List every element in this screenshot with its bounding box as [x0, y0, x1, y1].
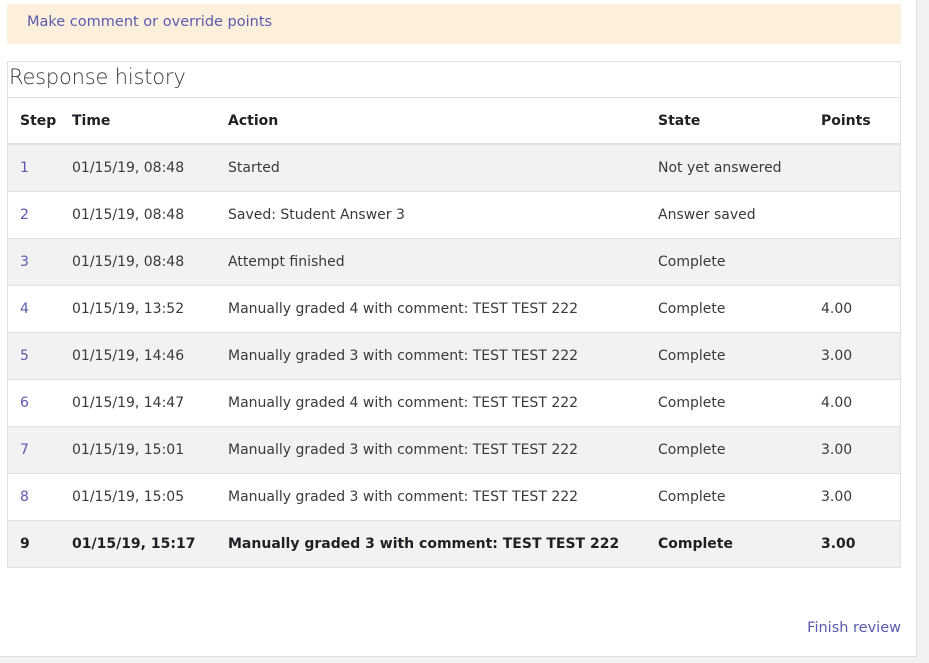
- table-row: 7 01/15/19, 15:01 Manually graded 3 with…: [8, 425, 900, 473]
- finish-review-link[interactable]: Finish review: [807, 620, 901, 636]
- points-cell: [821, 190, 900, 238]
- state-cell: Complete: [658, 425, 821, 473]
- response-history: Response history Step Time Action State …: [7, 61, 901, 568]
- page: Make comment or override points Response…: [0, 0, 929, 663]
- step-link[interactable]: 4: [20, 301, 29, 317]
- step-cell: 7: [8, 425, 72, 473]
- time-cell: 01/15/19, 08:48: [72, 237, 228, 285]
- column-header-step: Step: [8, 98, 72, 145]
- make-comment-link[interactable]: Make comment or override points: [27, 14, 272, 30]
- table-row: 4 01/15/19, 13:52 Manually graded 4 with…: [8, 284, 900, 332]
- points-cell: 4.00: [821, 284, 900, 332]
- time-cell: 01/15/19, 13:52: [72, 284, 228, 332]
- step-cell: 6: [8, 378, 72, 426]
- step-link[interactable]: 5: [20, 348, 29, 364]
- page-gutter-right: [917, 0, 929, 663]
- points-cell: [821, 237, 900, 285]
- time-cell: 01/15/19, 08:48: [72, 190, 228, 238]
- response-history-title: Response history: [8, 62, 900, 98]
- time-cell: 01/15/19, 08:48: [72, 143, 228, 191]
- action-cell: Started: [228, 143, 658, 191]
- time-cell: 01/15/19, 15:05: [72, 472, 228, 520]
- points-cell: 3.00: [821, 472, 900, 520]
- step-link[interactable]: 3: [20, 254, 29, 270]
- points-cell: [821, 143, 900, 191]
- table-row: 6 01/15/19, 14:47 Manually graded 4 with…: [8, 378, 900, 426]
- step-link[interactable]: 7: [20, 442, 29, 458]
- state-cell: Complete: [658, 378, 821, 426]
- step-cell: 4: [8, 284, 72, 332]
- action-cell: Manually graded 3 with comment: TEST TES…: [228, 331, 658, 379]
- time-cell: 01/15/19, 14:47: [72, 378, 228, 426]
- step-link[interactable]: 1: [20, 160, 29, 176]
- step-cell-current: 9: [8, 519, 72, 567]
- points-cell: 4.00: [821, 378, 900, 426]
- response-history-table: Step Time Action State Points 1 01/15/19…: [8, 98, 900, 567]
- state-cell: Complete: [658, 284, 821, 332]
- column-header-action: Action: [228, 98, 658, 145]
- table-row: 3 01/15/19, 08:48 Attempt finished Compl…: [8, 237, 900, 285]
- action-cell: Manually graded 3 with comment: TEST TES…: [228, 472, 658, 520]
- points-cell: 3.00: [821, 519, 900, 567]
- step-cell: 8: [8, 472, 72, 520]
- comment-box: Make comment or override points: [7, 4, 901, 44]
- column-header-points: Points: [821, 98, 900, 145]
- column-header-state: State: [658, 98, 821, 145]
- column-header-time: Time: [72, 98, 228, 145]
- points-cell: 3.00: [821, 331, 900, 379]
- state-cell: Complete: [658, 472, 821, 520]
- step-link[interactable]: 8: [20, 489, 29, 505]
- step-cell: 5: [8, 331, 72, 379]
- table-row: 1 01/15/19, 08:48 Started Not yet answer…: [8, 143, 900, 191]
- step-cell: 1: [8, 143, 72, 191]
- state-cell: Complete: [658, 331, 821, 379]
- step-link[interactable]: 2: [20, 207, 29, 223]
- table-row: 2 01/15/19, 08:48 Saved: Student Answer …: [8, 190, 900, 238]
- table-row: 8 01/15/19, 15:05 Manually graded 3 with…: [8, 472, 900, 520]
- action-cell: Manually graded 4 with comment: TEST TES…: [228, 284, 658, 332]
- step-cell: 2: [8, 190, 72, 238]
- action-cell: Manually graded 3 with comment: TEST TES…: [228, 519, 658, 567]
- page-gutter-bottom: [0, 657, 929, 663]
- step-cell: 3: [8, 237, 72, 285]
- action-cell: Saved: Student Answer 3: [228, 190, 658, 238]
- table-row-current: 9 01/15/19, 15:17 Manually graded 3 with…: [8, 519, 900, 567]
- time-cell: 01/15/19, 14:46: [72, 331, 228, 379]
- state-cell: Answer saved: [658, 190, 821, 238]
- state-cell: Complete: [658, 519, 821, 567]
- state-cell: Not yet answered: [658, 143, 821, 191]
- table-row: 5 01/15/19, 14:46 Manually graded 3 with…: [8, 331, 900, 379]
- action-cell: Attempt finished: [228, 237, 658, 285]
- time-cell: 01/15/19, 15:17: [72, 519, 228, 567]
- time-cell: 01/15/19, 15:01: [72, 425, 228, 473]
- action-cell: Manually graded 4 with comment: TEST TES…: [228, 378, 658, 426]
- step-link[interactable]: 6: [20, 395, 29, 411]
- action-cell: Manually graded 3 with comment: TEST TES…: [228, 425, 658, 473]
- table-header-row: Step Time Action State Points: [8, 98, 900, 145]
- state-cell: Complete: [658, 237, 821, 285]
- points-cell: 3.00: [821, 425, 900, 473]
